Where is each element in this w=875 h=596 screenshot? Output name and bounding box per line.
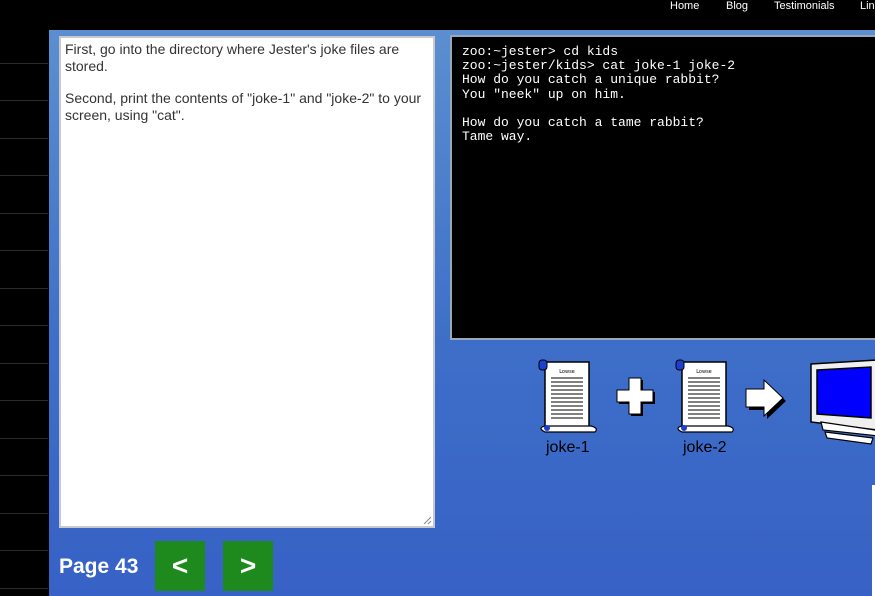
terminal-window: zoo:~jester> cd kids zoo:~jester/kids> ca… [450,35,875,340]
next-page-button[interactable]: > [223,541,273,591]
terminal-line: How do you catch a unique rabbit? [462,72,720,88]
scroll-header-text: Lowse [696,369,712,375]
scroll-header-text: Lowse [559,369,575,375]
monitor-icon [810,359,875,445]
terminal-line: How do you catch a tame rabbit? [462,115,704,130]
top-nav: Home Blog Testimonials Lin [0,0,875,14]
joke-2-label: joke-2 [683,439,727,456]
left-stripes [0,30,48,596]
prev-page-button[interactable]: < [155,541,205,591]
page-number-label: Page 43 [59,555,139,578]
terminal-line: zoo:~jester/kids> cat joke-1 joke-2 [462,58,736,74]
joke-1-label: joke-1 [546,439,590,456]
scroll-icon: Lowse [538,359,597,433]
nav-home-link[interactable]: Home [670,0,699,12]
terminal-line: zoo:~jester> cd kids [462,44,619,59]
terminal-line: You "neek" up on him. [462,86,626,102]
resize-handle-icon[interactable] [423,516,432,525]
lesson-paragraph-1: First, go into the directory where Jeste… [65,41,400,74]
terminal-line: Tame way. [462,129,533,145]
tutorial-panel: First, go into the directory where Jeste… [49,30,875,596]
nav-blog-link[interactable]: Blog [726,0,748,12]
scroll-icon: Lowse [675,359,734,433]
plus-icon [616,377,655,416]
arrow-right-icon [745,378,786,419]
lesson-textarea[interactable]: First, go into the directory where Jeste… [59,36,435,528]
nav-links-link[interactable]: Lin [860,0,875,12]
lesson-paragraph-2: Second, print the contents of "joke-1" a… [65,90,422,123]
nav-testimonials-link[interactable]: Testimonials [774,0,835,12]
